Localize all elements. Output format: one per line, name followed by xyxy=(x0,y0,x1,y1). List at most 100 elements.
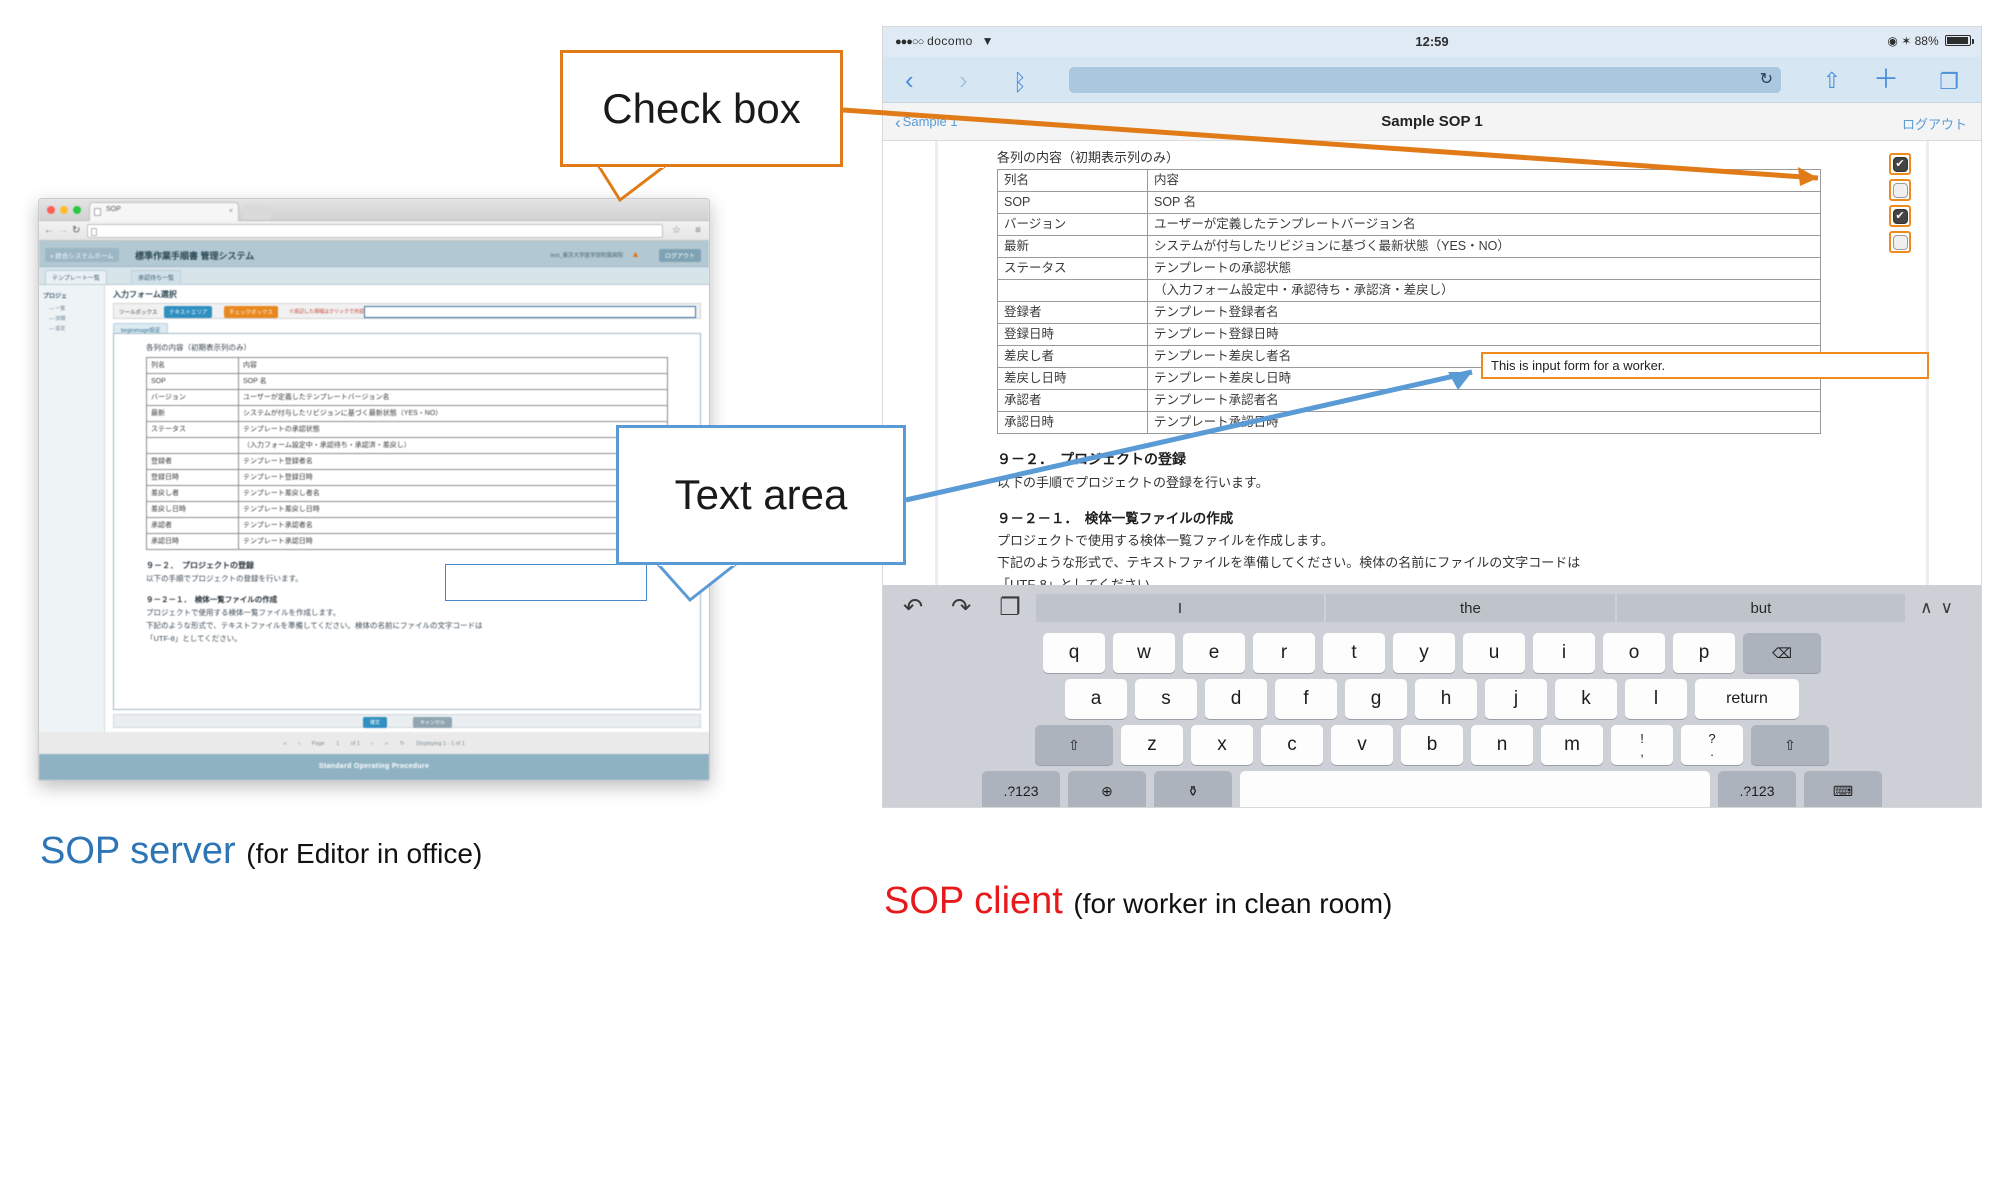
numbers-key-right[interactable]: .?123 xyxy=(1718,771,1796,807)
bookmarks-icon[interactable]: ᛒ xyxy=(1013,68,1027,96)
key-a[interactable]: a xyxy=(1065,679,1127,719)
key-u[interactable]: u xyxy=(1463,633,1525,673)
table-cell: ステータス xyxy=(997,257,1148,280)
key-r[interactable]: r xyxy=(1253,633,1315,673)
prediction-2[interactable]: the xyxy=(1326,594,1615,622)
browser-tab[interactable]: SOP × xyxy=(89,202,239,221)
key-k[interactable]: k xyxy=(1555,679,1617,719)
key-v[interactable]: v xyxy=(1331,725,1393,765)
window-minimize-button[interactable] xyxy=(60,206,68,214)
key-question-period[interactable]: ? . xyxy=(1681,725,1743,765)
key-m[interactable]: m xyxy=(1541,725,1603,765)
hide-keyboard-icon[interactable]: ⌨ xyxy=(1804,771,1882,807)
checkbox-checked[interactable]: ✔ xyxy=(1889,205,1911,227)
return-key[interactable]: return xyxy=(1695,679,1799,719)
forward-icon[interactable]: › xyxy=(959,66,968,94)
refresh-icon[interactable]: ↻ xyxy=(400,741,405,747)
chevron-down-icon[interactable]: ∨ xyxy=(1941,598,1961,617)
first-page-button[interactable]: ‹‹ xyxy=(283,741,287,747)
table-row: ステータス テンプレートの承認状態 xyxy=(997,257,1821,280)
key-c[interactable]: c xyxy=(1261,725,1323,765)
key-h[interactable]: h xyxy=(1415,679,1477,719)
back-icon[interactable]: ← xyxy=(44,225,54,237)
key-i[interactable]: i xyxy=(1533,633,1595,673)
table-row: バージョン ユーザーが定義したテンプレートバージョン名 xyxy=(997,213,1821,236)
document-preview-area[interactable]: 各列の内容（初期表示列のみ） 列名 内容 SOP SOP 名 バージョン ユーザーが… xyxy=(113,333,701,710)
redo-icon[interactable]: ↷ xyxy=(951,596,971,620)
cancel-button[interactable]: キャンセル xyxy=(413,717,453,728)
forward-icon[interactable]: → xyxy=(58,225,68,237)
key-x[interactable]: x xyxy=(1191,725,1253,765)
address-bar[interactable] xyxy=(87,224,663,238)
new-tab-icon[interactable]: ＋ xyxy=(1873,65,1899,93)
close-icon[interactable]: × xyxy=(229,208,233,215)
key-exclaim-comma[interactable]: ! , xyxy=(1611,725,1673,765)
key-t[interactable]: t xyxy=(1323,633,1385,673)
reload-icon[interactable]: ↻ xyxy=(1760,71,1773,89)
new-tab-button[interactable] xyxy=(243,205,271,220)
text-area-tool-button[interactable]: テキストエリア xyxy=(164,306,213,318)
key-l[interactable]: l xyxy=(1625,679,1687,719)
numbers-key-left[interactable]: .?123 xyxy=(982,771,1060,807)
key-j[interactable]: j xyxy=(1485,679,1547,719)
key-g[interactable]: g xyxy=(1345,679,1407,719)
alert-icon[interactable]: ▲ xyxy=(631,249,641,259)
back-icon[interactable]: ‹ xyxy=(905,66,914,94)
confirm-button[interactable]: 確定 xyxy=(363,717,388,728)
checkbox-unchecked[interactable] xyxy=(1889,231,1911,253)
reload-icon[interactable]: ↻ xyxy=(72,225,80,237)
checkbox-unchecked[interactable] xyxy=(1889,179,1911,201)
window-maximize-button[interactable] xyxy=(73,206,81,214)
logout-button[interactable]: ログアウト xyxy=(658,249,701,262)
keyboard-arrows[interactable]: ∧∨ xyxy=(1920,598,1961,618)
key-y[interactable]: y xyxy=(1393,633,1455,673)
shift-key-right[interactable]: ⇧ xyxy=(1751,725,1829,765)
prev-page-button[interactable]: ‹ xyxy=(298,741,300,747)
shift-key-left[interactable]: ⇧ xyxy=(1035,725,1113,765)
tree-node[interactable]: — 一覧 xyxy=(49,305,100,312)
tree-node[interactable]: — 設定 xyxy=(49,325,100,332)
key-q[interactable]: q xyxy=(1043,633,1105,673)
check-box-tool-button[interactable]: チェックボックス xyxy=(224,306,278,318)
prediction-3[interactable]: but xyxy=(1616,594,1906,622)
key-z[interactable]: z xyxy=(1121,725,1183,765)
app-page-bar: ‹ Sample 1 Sample SOP 1 ログアウト xyxy=(883,103,1981,141)
key-w[interactable]: w xyxy=(1113,633,1175,673)
table-cell: 登録日時 xyxy=(146,469,239,486)
project-tree-panel: プロジェ — 一覧 — 詳細 — 設定 xyxy=(39,285,105,732)
key-f[interactable]: f xyxy=(1275,679,1337,719)
tab-approval-list[interactable]: 承認待ち一覧 xyxy=(131,270,182,285)
bookmark-star-icon[interactable]: ☆ xyxy=(672,225,681,237)
home-link[interactable]: « 統合システムホーム xyxy=(45,248,119,262)
globe-icon[interactable]: ⊕ xyxy=(1068,771,1146,807)
logout-link[interactable]: ログアウト xyxy=(1902,114,1967,133)
key-n[interactable]: n xyxy=(1471,725,1533,765)
space-key[interactable] xyxy=(1240,771,1710,807)
toolbar-input[interactable] xyxy=(364,306,696,318)
undo-icon[interactable]: ↶ xyxy=(903,596,923,620)
key-o[interactable]: o xyxy=(1603,633,1665,673)
key-p[interactable]: p xyxy=(1673,633,1735,673)
checkbox-checked[interactable]: ✔ xyxy=(1889,153,1911,175)
safari-address-bar[interactable]: ↻ xyxy=(1069,67,1781,93)
chevron-up-icon[interactable]: ∧ xyxy=(1920,598,1940,617)
paste-icon[interactable]: ❐ xyxy=(999,596,1021,620)
key-d[interactable]: d xyxy=(1205,679,1267,719)
tabs-icon[interactable]: ❐ xyxy=(1939,68,1959,96)
prediction-1[interactable]: I xyxy=(1035,594,1325,622)
window-close-button[interactable] xyxy=(47,206,55,214)
mic-icon[interactable]: ⚱ xyxy=(1154,771,1232,807)
key-b[interactable]: b xyxy=(1401,725,1463,765)
backspace-key[interactable]: ⌫ xyxy=(1743,633,1821,673)
key-e[interactable]: e xyxy=(1183,633,1245,673)
tab-template-list[interactable]: テンプレート一覧 xyxy=(45,270,107,285)
page-number-input[interactable]: 1 xyxy=(336,741,339,747)
text-area-region[interactable] xyxy=(445,564,647,601)
key-s[interactable]: s xyxy=(1135,679,1197,719)
next-page-button[interactable]: › xyxy=(371,741,373,747)
tree-node[interactable]: — 詳細 xyxy=(49,315,100,322)
check-icon xyxy=(1892,182,1908,198)
last-page-button[interactable]: ›› xyxy=(385,741,389,747)
share-icon[interactable]: ⇧ xyxy=(1823,67,1841,95)
menu-icon[interactable]: ≡ xyxy=(695,225,701,237)
